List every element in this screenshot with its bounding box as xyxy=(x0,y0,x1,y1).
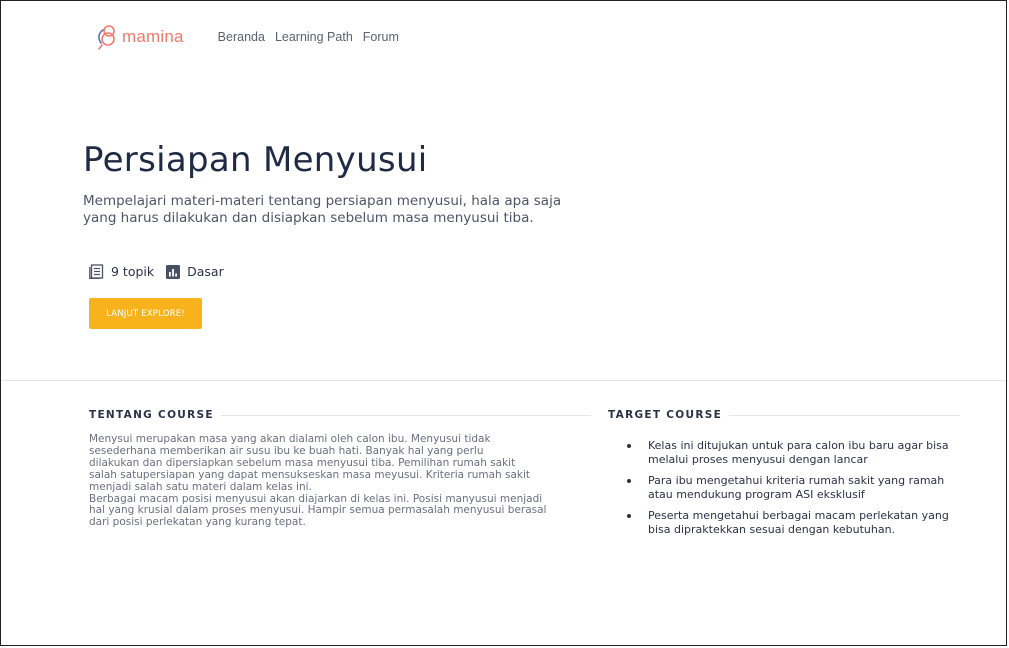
bullet-icon xyxy=(627,514,631,518)
target-list: Kelas ini ditujukan untuk para calon ibu… xyxy=(618,439,963,544)
target-list-item: Para ibu mengetahui kriteria rumah sakit… xyxy=(618,474,963,501)
brand-logo[interactable]: mamina xyxy=(96,24,184,50)
nav-link-beranda[interactable]: Beranda xyxy=(218,30,265,44)
explore-button[interactable]: LANJUT EXPLORE! xyxy=(89,298,202,329)
topic-count-label: 9 topik xyxy=(111,264,155,279)
target-item-text: Kelas ini ditujukan untuk para calon ibu… xyxy=(648,439,949,466)
course-title: Persiapan Menyusui xyxy=(83,140,428,180)
book-list-icon xyxy=(89,264,104,279)
nav-links: Beranda Learning Path Forum xyxy=(218,30,399,44)
course-meta: 9 topik Dasar xyxy=(89,264,236,279)
target-section-header: TARGET COURSE xyxy=(608,409,960,421)
top-nav: mamina Beranda Learning Path Forum xyxy=(96,24,399,50)
target-item-text: Peserta mengetahui berbagai macam perlek… xyxy=(648,509,949,536)
target-section-title: TARGET COURSE xyxy=(608,409,723,421)
course-level: Dasar xyxy=(166,264,224,279)
about-description: Menysui merupakan masa yang akan dialami… xyxy=(89,433,547,529)
bar-chart-icon xyxy=(166,264,181,279)
target-list-item: Peserta mengetahui berbagai macam perlek… xyxy=(618,509,963,536)
target-item-text: Para ibu mengetahui kriteria rumah sakit… xyxy=(648,474,945,501)
target-section-rule xyxy=(729,414,960,416)
bullet-icon xyxy=(627,444,631,448)
mamina-logo-icon xyxy=(98,25,115,50)
brand-name: mamina xyxy=(122,27,184,46)
about-section-header: TENTANG COURSE xyxy=(89,409,591,421)
target-list-item: Kelas ini ditujukan untuk para calon ibu… xyxy=(618,439,963,466)
nav-link-forum[interactable]: Forum xyxy=(363,30,399,44)
section-divider xyxy=(1,380,1006,381)
topic-count: 9 topik xyxy=(89,264,154,279)
bullet-icon xyxy=(627,479,631,483)
about-section-rule xyxy=(220,414,591,416)
about-section-title: TENTANG COURSE xyxy=(89,409,214,421)
course-description: Mempelajari materi-materi tentang persia… xyxy=(83,193,562,226)
nav-link-learning-path[interactable]: Learning Path xyxy=(275,30,353,44)
course-level-label: Dasar xyxy=(187,264,224,279)
